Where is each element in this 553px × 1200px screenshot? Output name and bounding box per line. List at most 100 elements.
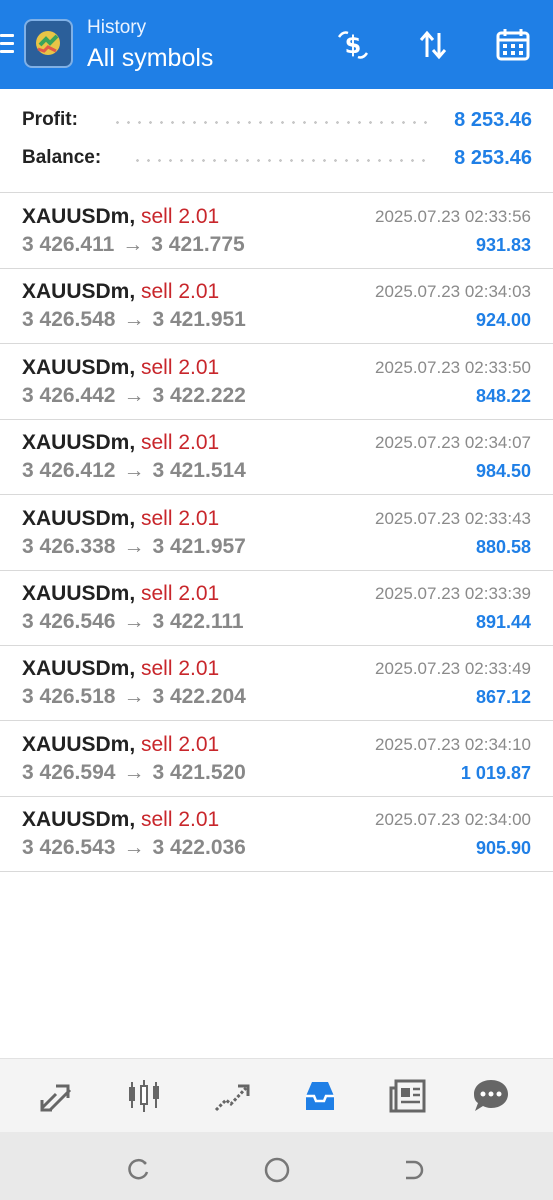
chat-icon[interactable] — [470, 1075, 512, 1117]
deposit-icon[interactable]: $ — [332, 24, 374, 66]
trade-prices: 3 426.412 → 3 421.514 — [22, 459, 246, 483]
balance-label: Balance: — [22, 147, 102, 168]
trade-row[interactable]: XAUUSDm, sell 2.01 3 426.338 → 3 421.957 2025… — [0, 495, 553, 571]
svg-text:$: $ — [345, 31, 362, 59]
price-arrow: → — [123, 534, 145, 558]
price-arrow: → — [123, 383, 145, 407]
summary-panel: Profit: 8 253.46 Balance: 8 253.46 — [0, 89, 553, 193]
price-arrow: → — [123, 610, 145, 633]
price-arrow: → — [123, 685, 145, 709]
trade-symbol: XAUUSDm, — [22, 205, 136, 228]
trade-profit: 867.12 — [475, 687, 531, 708]
close-price: 3 422.111 — [152, 610, 244, 633]
open-price: 3 426.412 — [22, 459, 116, 483]
price-arrow: → — [123, 836, 145, 860]
open-price: 3 426.338 — [22, 534, 116, 558]
price-arrow: → — [123, 459, 145, 483]
trade-prices: 3 426.543 → 3 422.036 — [22, 836, 246, 860]
close-price: 3 421.520 — [152, 760, 246, 784]
sort-icon[interactable] — [412, 24, 454, 66]
trade-side: sell 2.01 — [141, 657, 220, 681]
trade-profit: 984.50 — [475, 461, 531, 482]
trade-side: sell 2.01 — [141, 732, 220, 756]
price-arrow: → — [122, 233, 144, 256]
trade-prices: 3 426.546 → 3 422.111 — [22, 610, 244, 634]
trade-time: 2025.07.23 02:33:43 — [375, 508, 531, 528]
trade-row[interactable]: XAUUSDm, sell 2.01 3 426.548 → 3 421.951 2025… — [0, 268, 553, 345]
trade-symbol: XAUUSDm, — [22, 582, 136, 605]
profit-value: 8 253.46 — [454, 109, 532, 131]
open-price: 3 426.518 — [22, 685, 116, 709]
trade-time: 2025.07.23 02:34:10 — [375, 734, 531, 754]
trade-time: 2025.07.23 02:33:50 — [375, 357, 531, 377]
trade-profit: 891.44 — [475, 612, 531, 632]
bottom-tab-bar — [0, 1058, 553, 1132]
open-price: 3 426.411 — [22, 233, 115, 256]
trade-prices: 3 426.338 → 3 421.957 — [22, 535, 246, 559]
price-arrow: → — [123, 308, 145, 332]
app-header: History All symbols $ — [0, 0, 553, 89]
trade-symbol: XAUUSDm, — [22, 506, 136, 530]
trade-row[interactable]: XAUUSDm, sell 2.01 3 426.412 → 3 421.514 2025… — [0, 419, 553, 496]
header-title[interactable]: All symbols — [87, 44, 213, 73]
trade-row[interactable]: XAUUSDm, sell 2.01 3 426.411 → 3 421.775 2025… — [0, 193, 553, 269]
price-arrow: → — [123, 760, 145, 784]
trade-row[interactable]: XAUUSDm, sell 2.01 3 426.442 → 3 422.222 2025… — [0, 344, 553, 420]
trade-side: sell 2.01 — [141, 808, 220, 832]
open-price: 3 426.543 — [22, 836, 116, 860]
trade-side: sell 2.01 — [141, 205, 220, 228]
system-nav-bar — [0, 1132, 553, 1200]
close-price: 3 422.036 — [152, 836, 246, 860]
balance-dots — [132, 159, 432, 162]
trade-time: 2025.07.23 02:33:39 — [375, 584, 531, 603]
recent-apps-icon[interactable] — [125, 1156, 153, 1184]
trade-prices: 3 426.411 → 3 421.775 — [22, 233, 245, 257]
trade-side: sell 2.01 — [141, 280, 220, 304]
quotes-icon[interactable] — [35, 1075, 77, 1117]
trade-row[interactable]: XAUUSDm, sell 2.01 3 426.543 → 3 422.036 2025… — [0, 796, 553, 873]
calendar-icon[interactable] — [492, 24, 534, 66]
trade-profit: 905.90 — [475, 838, 531, 859]
profit-label: Profit: — [22, 109, 78, 130]
trade-row[interactable]: XAUUSDm, sell 2.01 3 426.546 → 3 422.111 2025… — [0, 570, 553, 646]
trade-prices: 3 426.518 → 3 422.204 — [22, 685, 246, 709]
menu-icon[interactable] — [0, 34, 14, 56]
trade-icon[interactable] — [211, 1075, 253, 1117]
news-icon[interactable] — [387, 1075, 429, 1117]
close-price: 3 421.951 — [152, 308, 246, 332]
trade-profit: 848.22 — [475, 385, 531, 406]
trade-prices: 3 426.594 → 3 421.520 — [22, 761, 246, 785]
trade-symbol: XAUUSDm, — [22, 732, 136, 756]
chart-icon[interactable] — [123, 1075, 165, 1117]
trade-time: 2025.07.23 02:34:00 — [375, 810, 531, 830]
open-price: 3 426.546 — [22, 610, 116, 633]
trade-row[interactable]: XAUUSDm, sell 2.01 3 426.594 → 3 421.520 2025… — [0, 721, 553, 797]
balance-row: Balance: 8 253.46 — [22, 145, 532, 175]
close-price: 3 422.204 — [152, 685, 246, 709]
trade-profit: 931.83 — [475, 235, 531, 255]
trade-profit: 1 019.87 — [460, 762, 531, 783]
trade-symbol: XAUUSDm, — [22, 280, 136, 304]
open-price: 3 426.442 — [22, 383, 116, 407]
profit-row: Profit: 8 253.46 — [22, 107, 532, 137]
trade-prices: 3 426.442 → 3 422.222 — [22, 384, 246, 408]
back-icon[interactable] — [400, 1156, 428, 1184]
trade-symbol: XAUUSDm, — [22, 355, 136, 379]
trade-symbol: XAUUSDm, — [22, 431, 136, 455]
open-price: 3 426.548 — [22, 308, 116, 332]
close-price: 3 421.957 — [152, 534, 246, 558]
trade-side: sell 2.01 — [141, 355, 220, 379]
trade-symbol: XAUUSDm, — [22, 657, 136, 681]
close-price: 3 421.775 — [151, 233, 245, 256]
history-icon[interactable] — [299, 1075, 341, 1117]
close-price: 3 421.514 — [152, 459, 246, 483]
header-subtitle: History — [87, 17, 147, 38]
close-price: 3 422.222 — [152, 383, 246, 407]
open-price: 3 426.594 — [22, 760, 116, 784]
trade-row[interactable]: XAUUSDm, sell 2.01 3 426.518 → 3 422.204 2025… — [0, 645, 553, 722]
trade-time: 2025.07.23 02:34:03 — [375, 282, 531, 302]
home-icon[interactable] — [263, 1156, 291, 1184]
balance-value: 8 253.46 — [454, 147, 532, 169]
trade-time: 2025.07.23 02:33:56 — [375, 207, 531, 226]
trade-side: sell 2.01 — [141, 431, 220, 455]
